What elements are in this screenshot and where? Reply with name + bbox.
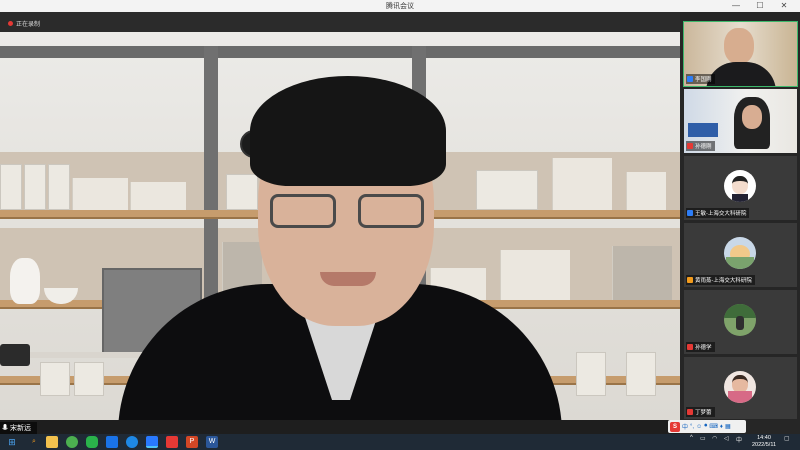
file-explorer-icon[interactable] bbox=[46, 436, 58, 448]
mic-icon bbox=[687, 76, 693, 82]
maximize-button[interactable]: ☐ bbox=[752, 0, 768, 12]
participant-name-tag: 丁梦蕾 bbox=[686, 407, 715, 417]
participant-tile[interactable]: 李国刚 bbox=[683, 21, 798, 87]
browser-icon[interactable] bbox=[126, 436, 138, 448]
camera-prop bbox=[0, 344, 30, 366]
word-icon[interactable]: W bbox=[206, 436, 218, 448]
participant-name-tag: 孙德刚 bbox=[686, 141, 715, 151]
participant-name-tag: 李国刚 bbox=[686, 74, 715, 84]
tencent-meeting-icon[interactable] bbox=[146, 436, 158, 448]
window-title: 腾讯会议 bbox=[386, 3, 414, 10]
clock-time: 14:40 bbox=[757, 435, 771, 441]
participant-tile[interactable]: 王敏-上海交大科研院 bbox=[684, 156, 797, 220]
green-app-icon[interactable] bbox=[66, 436, 78, 448]
ime-mic-icon[interactable]: ⏺ bbox=[704, 423, 707, 430]
wechat-icon[interactable] bbox=[86, 436, 98, 448]
feishu-icon[interactable] bbox=[106, 436, 118, 448]
clock-date: 2022/5/11 bbox=[751, 442, 777, 448]
main-speaker-video[interactable] bbox=[0, 32, 680, 420]
tray-volume-icon[interactable]: ◁ bbox=[724, 435, 729, 449]
taskbar-clock[interactable]: 14:40 2022/5/11 bbox=[748, 434, 780, 450]
notification-icon[interactable]: ▢ bbox=[784, 435, 790, 449]
speaker-glasses bbox=[270, 194, 430, 230]
participant-name-tag: 孙德学 bbox=[686, 342, 715, 352]
ime-mode[interactable]: 中 bbox=[682, 422, 688, 431]
participant-name-tag: 王敏-上海交大科研院 bbox=[686, 208, 750, 218]
meeting-top-bar bbox=[0, 12, 680, 32]
mic-icon bbox=[2, 424, 8, 430]
baidu-netdisk-icon[interactable] bbox=[166, 436, 178, 448]
participant-avatar bbox=[724, 304, 756, 336]
tray-chevron-icon[interactable]: ^ bbox=[690, 435, 693, 449]
participant-avatar bbox=[724, 237, 756, 269]
ime-shirt-icon[interactable]: ♦ bbox=[720, 424, 723, 430]
participant-tile[interactable]: 孙德学 bbox=[684, 290, 797, 354]
record-dot-icon bbox=[8, 21, 13, 26]
participant-tile[interactable]: 黄雨蒸-上海交大科研院 bbox=[684, 223, 797, 287]
user-icon bbox=[687, 210, 693, 216]
recording-label: 正在录制 bbox=[16, 22, 41, 28]
windows-start-icon[interactable]: ⊞ bbox=[6, 436, 18, 448]
mic-muted-icon bbox=[687, 409, 693, 415]
search-icon[interactable]: ⌕ bbox=[28, 436, 40, 448]
participant-avatar bbox=[724, 371, 756, 403]
user-icon bbox=[687, 277, 693, 283]
vase bbox=[10, 258, 40, 304]
main-speaker-name: 宋新远 bbox=[10, 425, 31, 432]
recording-indicator: 正在录制 bbox=[8, 19, 40, 28]
mic-muted-icon bbox=[687, 344, 693, 350]
powerpoint-icon[interactable]: P bbox=[186, 436, 198, 448]
tray-ime-icon[interactable]: 中 bbox=[736, 435, 742, 449]
sogou-ime-icon[interactable]: S bbox=[670, 421, 680, 432]
ime-grid-icon[interactable]: ▦ bbox=[725, 423, 731, 430]
ime-keyboard-icon[interactable]: ⌨ bbox=[709, 423, 718, 430]
ime-emoji-icon[interactable]: ☺ bbox=[696, 424, 702, 430]
participant-tile[interactable]: 孙德刚 bbox=[684, 89, 797, 153]
input-method-bar[interactable]: S 中 °, ☺ ⏺ ⌨ ♦ ▦ bbox=[668, 420, 746, 433]
minimize-button[interactable]: — bbox=[728, 0, 744, 12]
windows-taskbar bbox=[0, 434, 800, 450]
main-speaker-label: 宋新远 bbox=[0, 422, 37, 434]
close-button[interactable]: ✕ bbox=[776, 0, 792, 12]
tray-wifi-icon[interactable]: ◠ bbox=[712, 435, 717, 449]
participant-name-tag: 黄雨蒸-上海交大科研院 bbox=[686, 275, 755, 285]
title-bar: 腾讯会议 — ☐ ✕ bbox=[0, 0, 800, 12]
participant-avatar bbox=[724, 170, 756, 202]
ime-punct-icon[interactable]: °, bbox=[690, 424, 694, 430]
tray-network-icon[interactable]: ▭ bbox=[700, 435, 706, 449]
mic-muted-icon bbox=[687, 143, 693, 149]
participant-tile[interactable]: 丁梦蕾 bbox=[684, 357, 797, 419]
